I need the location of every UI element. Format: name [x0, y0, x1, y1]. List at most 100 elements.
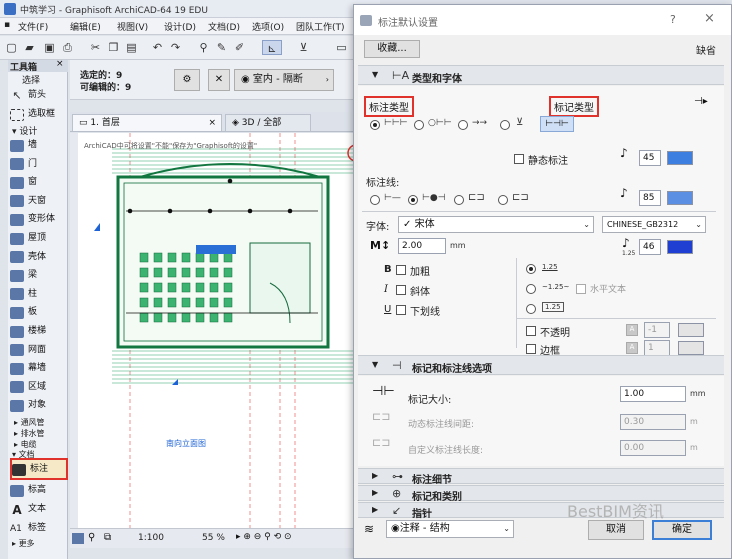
pen-number-field[interactable]: 45	[639, 150, 661, 166]
open-folder-icon[interactable]: ▰	[22, 40, 37, 55]
tool-column[interactable]: 柱	[10, 285, 68, 304]
tab-floor-plan[interactable]: ▭ 1. 首层 ×	[72, 114, 222, 131]
copy-icon[interactable]: ❐	[106, 40, 121, 55]
tool-curtain-wall[interactable]: 幕墙	[10, 359, 68, 378]
menu-view[interactable]: 视图(V)	[117, 20, 148, 33]
dim-type-radio-1[interactable]	[370, 120, 380, 130]
tool-slab[interactable]: 板	[10, 303, 68, 322]
fit-window-icon[interactable]: ⧉	[104, 532, 111, 543]
dim-line-radio-4[interactable]	[498, 195, 508, 205]
frame-pen-field[interactable]: 1	[644, 340, 670, 356]
dim-line-radio-1[interactable]	[370, 195, 380, 205]
italic-checkbox[interactable]	[396, 285, 406, 295]
dim-line-color-swatch[interactable]	[667, 191, 693, 205]
tool-zone[interactable]: 区域	[10, 378, 68, 397]
tool-stair[interactable]: 楼梯	[10, 322, 68, 341]
tool-label[interactable]: A1 标签	[10, 519, 68, 538]
font-dropdown[interactable]: ✓ 宋体 ⌄	[398, 216, 594, 233]
charset-dropdown[interactable]: CHINESE_GB2312 ⌄	[602, 216, 706, 233]
floor-plan-canvas[interactable]: ArchiCAD中可将设置"不能"保存为"Graphisoft的设置" 南向立面…	[70, 133, 362, 528]
undo-icon[interactable]: ↶	[150, 40, 165, 55]
section-marker-dim-line-options[interactable]: ▼ ⊣ 标记和标注线选项	[358, 355, 724, 375]
paste-icon[interactable]: ▤	[124, 40, 139, 55]
dim-line-radio-2[interactable]	[408, 195, 418, 205]
zoom-value[interactable]: 55 %	[202, 533, 225, 543]
static-dim-checkbox[interactable]	[514, 154, 524, 164]
text-color-swatch[interactable]	[667, 240, 693, 254]
help-button[interactable]: ?	[670, 13, 676, 26]
section-dim-details[interactable]: ▶ ⊶ 标注细节	[358, 468, 724, 486]
dim-line-radio-3[interactable]	[454, 195, 464, 205]
tree-item-duct[interactable]: ▸ 通风管	[14, 417, 45, 428]
text-pos-radio-1[interactable]	[526, 264, 536, 274]
favorites-button[interactable]: 收藏...	[364, 40, 420, 58]
settings-dialog-button[interactable]: ⚙	[174, 69, 200, 91]
menu-file[interactable]: 文件(F)	[18, 20, 48, 33]
tree-item-pipe[interactable]: ▸ 排水管	[14, 428, 45, 439]
zoom-dropdown-icon[interactable]: ▸ ⊕ ⊖ ⚲ ⟲ ⊙	[236, 532, 292, 542]
view-option-dropdown[interactable]: ◉ 室内 - 隔断 ›	[234, 69, 334, 91]
toolbox-close-icon[interactable]: ×	[56, 59, 64, 69]
underline-checkbox[interactable]	[396, 305, 406, 315]
tool-shell[interactable]: 壳体	[10, 248, 68, 267]
tool-window[interactable]: 窗	[10, 173, 68, 192]
tool-level[interactable]: 标高	[10, 481, 68, 500]
cut-icon[interactable]: ✂	[88, 40, 103, 55]
tool-arrow[interactable]: ↖ 箭头	[10, 86, 68, 105]
dim-type-radio-4[interactable]	[500, 120, 510, 130]
tool-marquee[interactable]: 选取框	[10, 105, 68, 124]
section-type-and-font[interactable]: ▼ ⊢A 类型和字体	[358, 65, 724, 85]
dim-type-radio-3[interactable]	[458, 120, 468, 130]
save-icon[interactable]: ▣	[42, 40, 57, 55]
tool-dimension[interactable]: 标注	[10, 458, 68, 480]
find-select-icon[interactable]: ⚲	[196, 40, 211, 55]
pen-color-swatch[interactable]	[667, 151, 693, 165]
inject-icon[interactable]: ✐	[232, 40, 247, 55]
tool-skylight[interactable]: 天窗	[10, 192, 68, 211]
layers-icon[interactable]	[72, 533, 84, 544]
marker-type-dropdown-icon[interactable]: ⊣▸	[694, 96, 708, 107]
menu-options[interactable]: 选项(O)	[252, 20, 284, 33]
print-icon[interactable]: ⎙	[60, 40, 75, 55]
toolbox-more[interactable]: ▸ 更多	[12, 538, 35, 549]
marker-type-selected-icon[interactable]: ⊢⊣⊢	[540, 116, 574, 132]
cancel-button[interactable]: 取消	[588, 520, 644, 540]
text-size-field[interactable]: 2.00	[398, 238, 446, 254]
pick-up-icon[interactable]: ✎	[214, 40, 229, 55]
opaque-color-swatch[interactable]	[678, 323, 704, 337]
tab-close-icon[interactable]: ×	[208, 115, 216, 132]
menu-app-icon[interactable]: ▪	[4, 20, 10, 30]
tool-text[interactable]: A 文本	[10, 500, 68, 519]
new-file-icon[interactable]: ▢	[4, 40, 19, 55]
redo-icon[interactable]: ↷	[168, 40, 183, 55]
dim-type-radio-2[interactable]	[414, 120, 424, 130]
tab-3d[interactable]: ◈ 3D / 全部	[225, 114, 311, 131]
ok-button[interactable]: 确定	[652, 520, 712, 540]
section-marker-category[interactable]: ▶ ⊕ 标记和类别	[358, 485, 724, 503]
section-pointer[interactable]: ▶ ↙ 指针	[358, 502, 724, 520]
zoom-in-icon[interactable]: ⚲	[88, 532, 95, 543]
layer-icon[interactable]: ▭	[334, 40, 349, 55]
lock-icon[interactable]: ✕	[208, 69, 230, 91]
frame-checkbox[interactable]	[526, 344, 536, 354]
menu-design[interactable]: 设计(D)	[164, 20, 196, 33]
menu-edit[interactable]: 编辑(E)	[70, 20, 101, 33]
guide-icon[interactable]: ⊻	[296, 40, 311, 55]
tool-object[interactable]: 对象	[10, 396, 68, 415]
opaque-checkbox[interactable]	[526, 326, 536, 336]
tool-morph[interactable]: 变形体	[10, 210, 68, 229]
horizontal-text-checkbox[interactable]	[576, 284, 586, 294]
scale-value[interactable]: 1:100	[138, 533, 164, 543]
text-pen-field[interactable]: 46	[639, 239, 661, 255]
tool-door[interactable]: 门	[10, 155, 68, 174]
menu-teamwork[interactable]: 团队工作(T)	[296, 20, 345, 33]
layer-dropdown[interactable]: ◉注释 - 结构 ⌄	[386, 520, 514, 538]
tool-roof[interactable]: 屋顶	[10, 229, 68, 248]
custom-len-field[interactable]: 0.00	[620, 440, 686, 456]
snap-icon[interactable]: ⊾	[262, 40, 282, 55]
tool-wall[interactable]: 墙	[10, 136, 68, 155]
tool-mesh[interactable]: 网面	[10, 341, 68, 360]
frame-color-swatch[interactable]	[678, 341, 704, 355]
close-icon[interactable]: ×	[704, 11, 715, 26]
bold-checkbox[interactable]	[396, 265, 406, 275]
